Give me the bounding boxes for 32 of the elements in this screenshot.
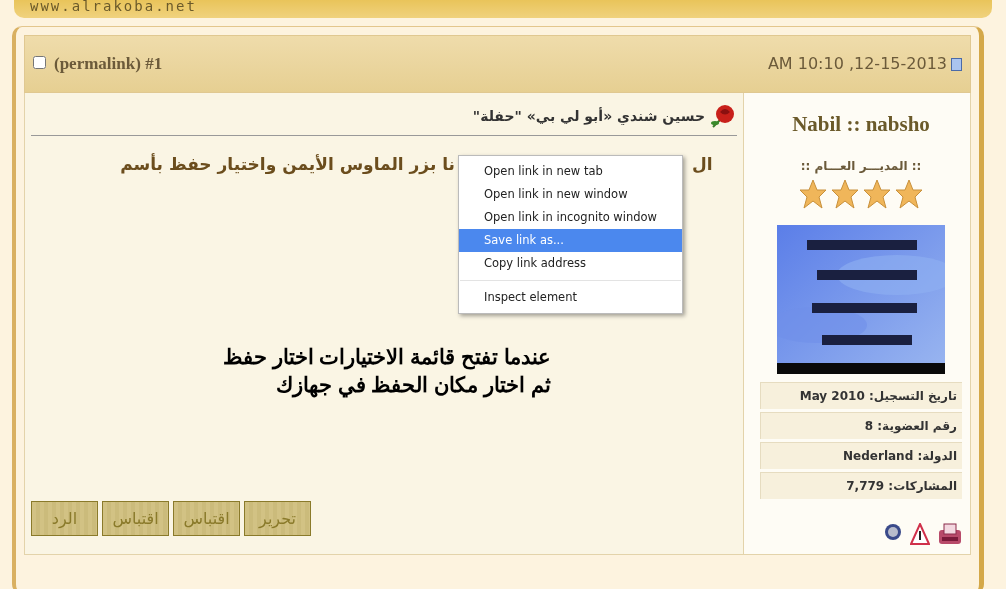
star-icon bbox=[799, 178, 827, 209]
warning-icon[interactable] bbox=[910, 522, 930, 545]
message-line: عندما تفتح قائمة الاختيارات اختار حفظ bbox=[222, 343, 551, 371]
site-url: www.alrakoba.net bbox=[30, 0, 197, 16]
menu-item[interactable]: Copy link address bbox=[459, 252, 682, 275]
star-icon bbox=[895, 178, 923, 209]
user-info: رقم العضوية: 8 bbox=[760, 411, 962, 439]
permalink-link[interactable]: (permalink) bbox=[54, 54, 141, 74]
user-name[interactable]: Nabil :: nabsho bbox=[760, 109, 962, 141]
menu-item[interactable]: Open link in new tab bbox=[459, 160, 682, 183]
menu-item[interactable]: Open link in new window bbox=[459, 183, 682, 206]
user-info: الدولة: Nederland bbox=[760, 441, 962, 469]
checkbox[interactable] bbox=[33, 55, 46, 69]
post-text: نا بزر الماوس الأيمن واختيار حفظ بأسم bbox=[120, 152, 455, 177]
user-rank: :: المديـــر العـــام :: bbox=[799, 157, 923, 175]
star-icon bbox=[863, 178, 891, 209]
star-icon bbox=[831, 178, 859, 209]
circle-icon[interactable] bbox=[884, 522, 902, 541]
menu-item[interactable]: Open link in incognito window bbox=[459, 206, 682, 229]
message-line: ثم اختار مكان الحفظ في جهازك bbox=[275, 371, 551, 400]
post-button[interactable]: تحرير bbox=[244, 501, 311, 537]
post-date: AM 10:10 ,12-15-2013 bbox=[767, 53, 947, 75]
user-info: تاريخ التسجيل: May 2010 bbox=[760, 381, 962, 409]
user-info: المشاركات: 7,779 bbox=[760, 471, 962, 499]
rose-icon bbox=[709, 103, 737, 129]
post-title: حسين شندي «أبو لي بي» "حفلة" bbox=[472, 106, 705, 127]
menu-item[interactable]: Save link as... bbox=[459, 229, 682, 252]
post-icon bbox=[951, 57, 962, 71]
post-text: ال bbox=[692, 153, 713, 176]
post-number[interactable]: #1 bbox=[145, 54, 163, 74]
menu-item[interactable]: Inspect element bbox=[459, 286, 682, 309]
print-icon[interactable] bbox=[938, 522, 962, 545]
